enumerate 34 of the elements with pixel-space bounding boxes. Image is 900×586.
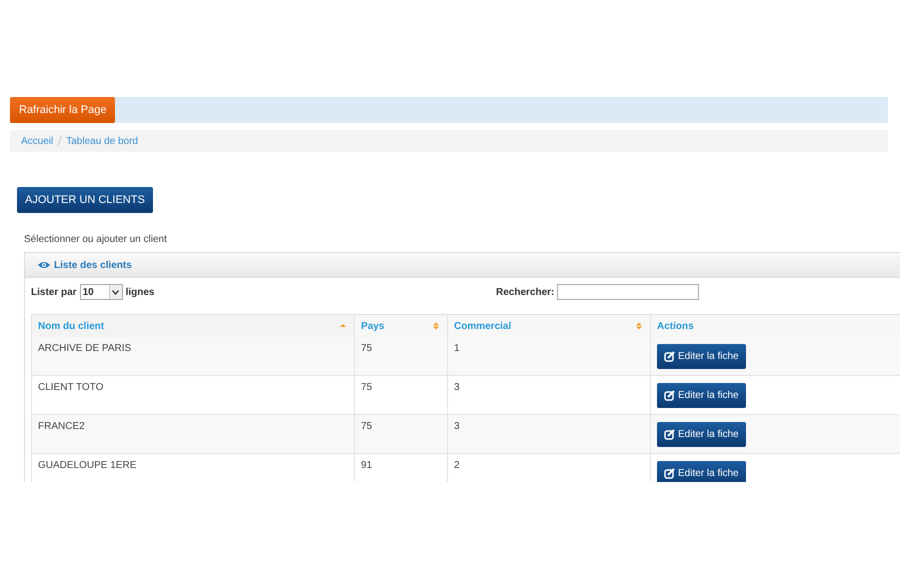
caret-icon bbox=[108, 285, 122, 299]
table-cell: 91 bbox=[354, 454, 448, 482]
edit-button[interactable]: Editer la fiche bbox=[657, 461, 746, 482]
table-cell: 1 bbox=[448, 337, 650, 376]
column-header[interactable]: Nom du client bbox=[32, 314, 354, 337]
edit-icon bbox=[664, 468, 675, 479]
edit-icon bbox=[664, 351, 675, 362]
refresh-button[interactable]: Rafraichir la Page bbox=[10, 97, 116, 123]
length-label: lignes bbox=[126, 286, 154, 298]
edit-button[interactable]: Editer la fiche bbox=[657, 344, 746, 369]
table-cell: FRANCE2 bbox=[32, 414, 354, 454]
search-field[interactable] bbox=[557, 284, 700, 300]
edit-button[interactable]: Editer la fiche bbox=[657, 422, 746, 447]
column-header[interactable]: Actions bbox=[650, 314, 900, 337]
column-header[interactable]: Pays bbox=[354, 314, 448, 337]
add-client-button[interactable]: AJOUTER UN CLIENTS bbox=[17, 187, 153, 213]
eye-icon bbox=[38, 261, 50, 269]
table-cell: 2 bbox=[448, 454, 650, 482]
length-label: Lister par bbox=[31, 286, 77, 298]
column-header[interactable]: Commercial bbox=[448, 314, 650, 337]
page-length-select[interactable]: 10 bbox=[80, 284, 123, 300]
table-cell: ARCHIVE DE PARIS bbox=[32, 337, 354, 376]
edit-icon bbox=[664, 390, 675, 401]
intro-text: Sélectionner ou ajouter un client bbox=[24, 234, 168, 245]
edit-button[interactable]: Editer la fiche bbox=[657, 383, 746, 408]
table-cell: GUADELOUPE 1ERE bbox=[32, 454, 354, 482]
table-cell: 75 bbox=[354, 337, 448, 376]
breadcrumb-link[interactable]: Tableau de bord bbox=[66, 136, 138, 146]
edit-icon bbox=[664, 429, 675, 440]
table-cell: 3 bbox=[448, 414, 650, 454]
table-cell: 75 bbox=[354, 414, 448, 454]
search-label: Rechercher: bbox=[496, 286, 554, 298]
panel-title: Liste des clients bbox=[54, 260, 132, 270]
breadcrumb-link[interactable]: Accueil bbox=[21, 136, 54, 146]
